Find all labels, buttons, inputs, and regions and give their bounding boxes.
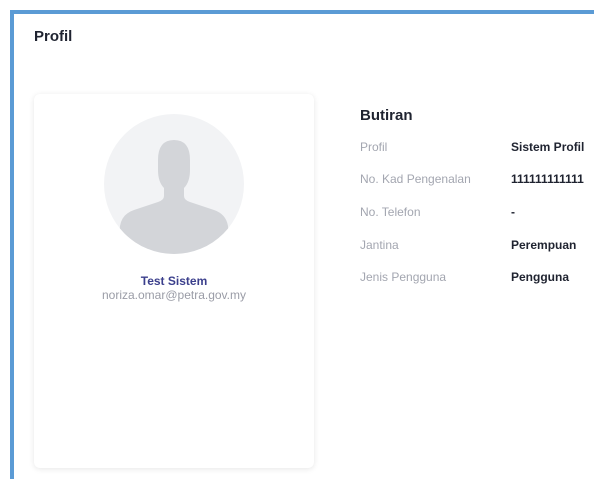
- detail-label: Profil: [360, 140, 388, 154]
- detail-label: Jantina: [360, 238, 399, 252]
- avatar: [104, 114, 244, 254]
- page-title: Profil: [34, 28, 73, 45]
- detail-row-gender: Jantina Perempuan: [360, 238, 594, 254]
- detail-row-phone: No. Telefon -: [360, 205, 594, 221]
- profile-panel: Profil Test Sistem noriza.omar@petra.gov…: [10, 10, 594, 479]
- detail-value: -: [511, 205, 515, 219]
- detail-value: Sistem Profil: [511, 140, 585, 154]
- user-email: noriza.omar@petra.gov.my: [101, 288, 246, 302]
- user-name: Test Sistem: [140, 274, 208, 288]
- detail-value: Pengguna: [511, 270, 570, 284]
- detail-label: No. Telefon: [360, 205, 421, 219]
- detail-label: Jenis Pengguna: [360, 270, 447, 284]
- detail-row-profil: Profil Sistem Profil: [360, 140, 594, 156]
- detail-value: Perempuan: [511, 238, 577, 252]
- detail-row-user-type: Jenis Pengguna Pengguna: [360, 270, 594, 286]
- user-silhouette-icon: [118, 140, 230, 254]
- detail-value: 111111111111: [511, 172, 584, 186]
- details-title: Butiran: [360, 107, 413, 124]
- detail-row-ic: No. Kad Pengenalan 111111111111: [360, 172, 594, 188]
- detail-label: No. Kad Pengenalan: [360, 172, 471, 186]
- profile-card: Test Sistem noriza.omar@petra.gov.my: [34, 94, 314, 468]
